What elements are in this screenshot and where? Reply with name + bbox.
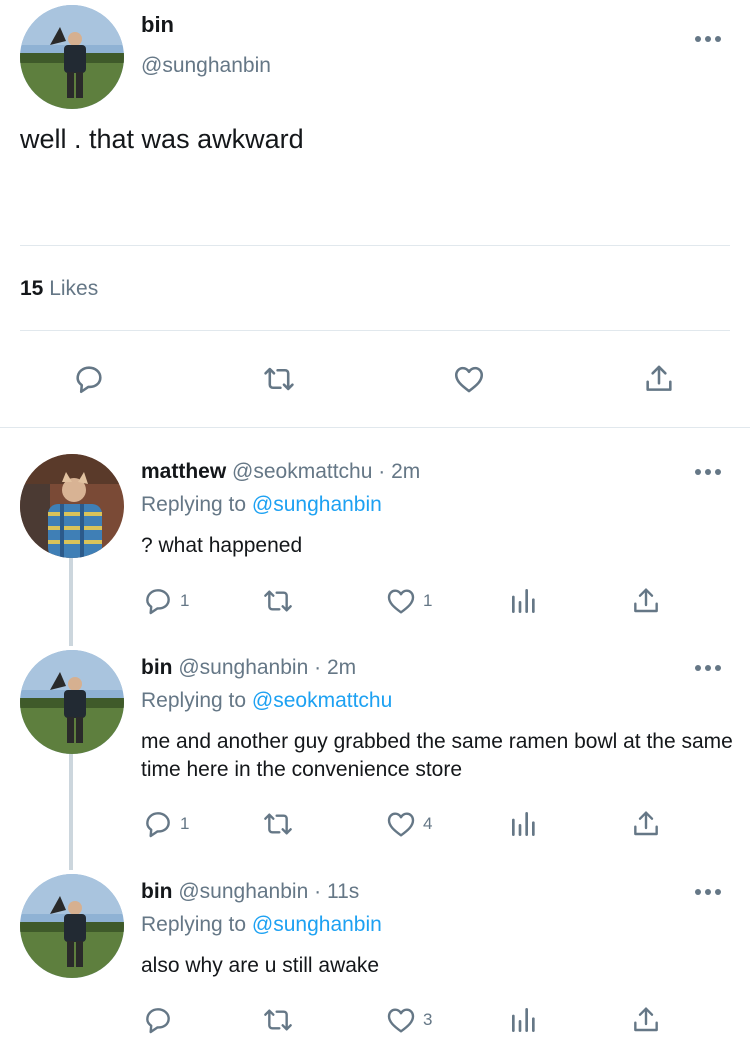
reply-author-name[interactable]: bin — [141, 656, 173, 679]
replying-prefix: Replying to — [141, 689, 247, 712]
reply-header: bin @sunghanbin · 11s — [141, 880, 359, 904]
thread-line — [69, 558, 73, 646]
reply-text: me and another guy grabbed the same rame… — [141, 730, 733, 781]
more-icon[interactable] — [694, 663, 722, 673]
replying-prefix: Replying to — [141, 913, 247, 936]
retweet-icon[interactable] — [262, 1004, 294, 1036]
reply-author-name[interactable]: matthew — [141, 460, 226, 483]
retweet-icon[interactable] — [262, 585, 294, 617]
replying-to: Replying to @sunghanbin — [141, 913, 382, 937]
author-name[interactable]: bin — [141, 12, 174, 38]
reply-icon — [142, 808, 174, 840]
likes-label: Likes — [49, 277, 99, 300]
reply-text: also why are u still awake — [141, 954, 380, 977]
reply-text: ? what happened — [141, 534, 303, 557]
mention-link[interactable]: @seokmattchu — [252, 689, 392, 712]
replying-to: Replying to @sunghanbin — [141, 493, 382, 517]
reply-avatar[interactable] — [20, 650, 124, 754]
reply-button[interactable]: 1 — [142, 808, 189, 840]
heart-icon — [385, 1004, 417, 1036]
tweet-text: well . that was awkward — [20, 124, 304, 154]
divider — [20, 245, 730, 246]
reply-avatar[interactable] — [20, 454, 124, 558]
reply-time[interactable]: 11s — [327, 880, 359, 903]
reply-author-handle[interactable]: @sunghanbin — [178, 656, 308, 679]
like-count: 4 — [423, 814, 433, 833]
like-count: 1 — [423, 591, 433, 610]
reply-button[interactable]: 1 — [142, 585, 189, 617]
more-icon[interactable] — [694, 467, 722, 477]
like-button[interactable]: 4 — [385, 808, 432, 840]
section-divider — [0, 427, 750, 428]
share-icon[interactable] — [630, 585, 662, 617]
retweet-icon[interactable] — [262, 362, 296, 396]
reply-header: matthew @seokmattchu · 2m — [141, 460, 420, 484]
mention-link[interactable]: @sunghanbin — [252, 913, 382, 936]
reply-author-handle[interactable]: @seokmattchu — [232, 460, 372, 483]
replying-prefix: Replying to — [141, 493, 247, 516]
thread-line — [69, 754, 73, 870]
like-count: 3 — [423, 1010, 433, 1029]
stats-icon[interactable] — [508, 808, 540, 840]
likes-summary[interactable]: 15 Likes — [20, 277, 98, 301]
share-icon[interactable] — [630, 808, 662, 840]
likes-count: 15 — [20, 277, 44, 300]
reply-author-handle[interactable]: @sunghanbin — [178, 880, 308, 903]
reply-count: 1 — [180, 591, 190, 610]
heart-icon — [385, 808, 417, 840]
separator: · — [314, 880, 322, 903]
reply-icon[interactable] — [72, 362, 106, 396]
reply-header: bin @sunghanbin · 2m — [141, 656, 356, 680]
stats-icon[interactable] — [508, 585, 540, 617]
author-handle[interactable]: @sunghanbin — [141, 54, 271, 78]
stats-icon[interactable] — [508, 1004, 540, 1036]
like-button[interactable]: 3 — [385, 1004, 432, 1036]
like-icon[interactable] — [452, 362, 486, 396]
separator: · — [314, 656, 322, 679]
more-icon[interactable] — [694, 887, 722, 897]
separator: · — [378, 460, 386, 483]
main-avatar[interactable] — [20, 5, 124, 109]
reply-time[interactable]: 2m — [327, 656, 356, 679]
replying-to: Replying to @seokmattchu — [141, 689, 392, 713]
reply-icon — [142, 585, 174, 617]
share-icon[interactable] — [630, 1004, 662, 1036]
mention-link[interactable]: @sunghanbin — [252, 493, 382, 516]
divider — [20, 330, 730, 331]
reply-author-name[interactable]: bin — [141, 880, 173, 903]
reply-icon — [142, 1004, 174, 1036]
reply-count: 1 — [180, 814, 190, 833]
share-icon[interactable] — [642, 362, 676, 396]
like-button[interactable]: 1 — [385, 585, 432, 617]
reply-button[interactable] — [142, 1004, 180, 1036]
reply-time[interactable]: 2m — [391, 460, 420, 483]
more-icon[interactable] — [694, 34, 722, 44]
reply-avatar[interactable] — [20, 874, 124, 978]
retweet-icon[interactable] — [262, 808, 294, 840]
heart-icon — [385, 585, 417, 617]
